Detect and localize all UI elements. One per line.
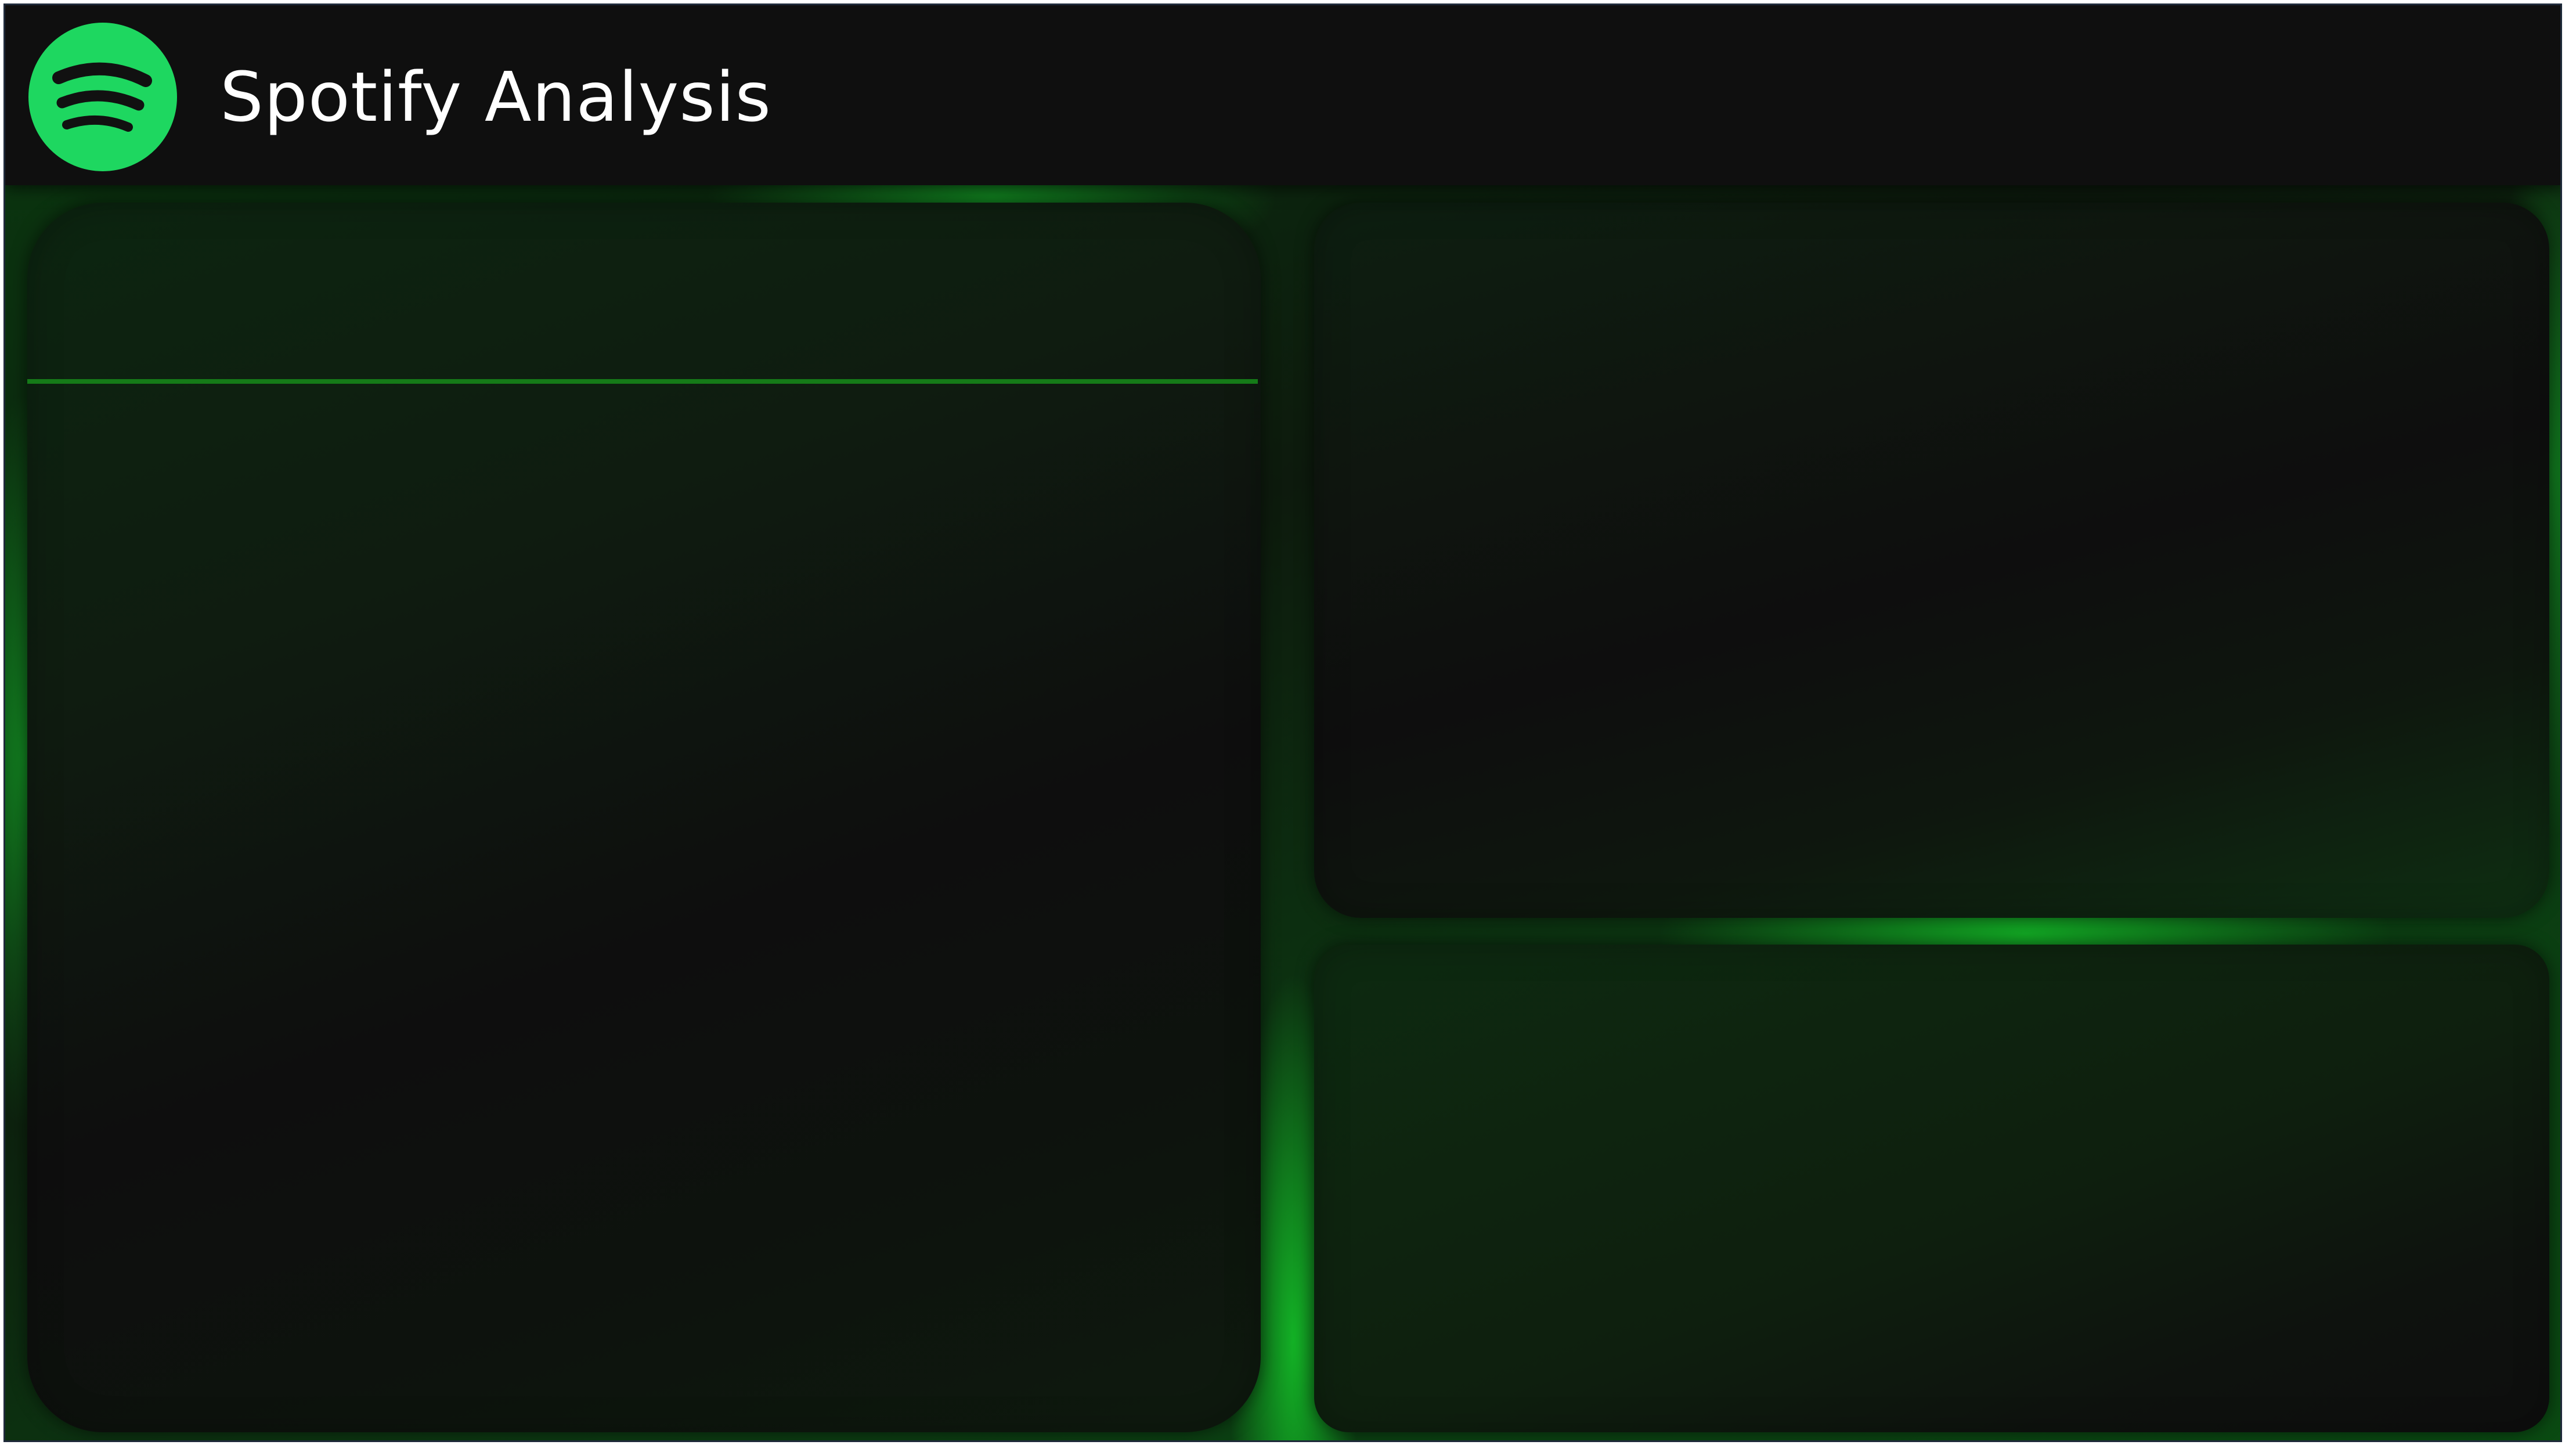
header-bar: Spotify Analysis xyxy=(5,5,2560,185)
left-panel xyxy=(27,203,1261,1432)
right-top-panel xyxy=(1314,203,2549,918)
page-title: Spotify Analysis xyxy=(220,57,772,137)
left-panel-divider xyxy=(27,379,1258,384)
right-bottom-panel xyxy=(1314,945,2549,1432)
spotify-logo-icon xyxy=(28,23,177,171)
dashboard-canvas: Spotify Analysis xyxy=(3,3,2562,1442)
